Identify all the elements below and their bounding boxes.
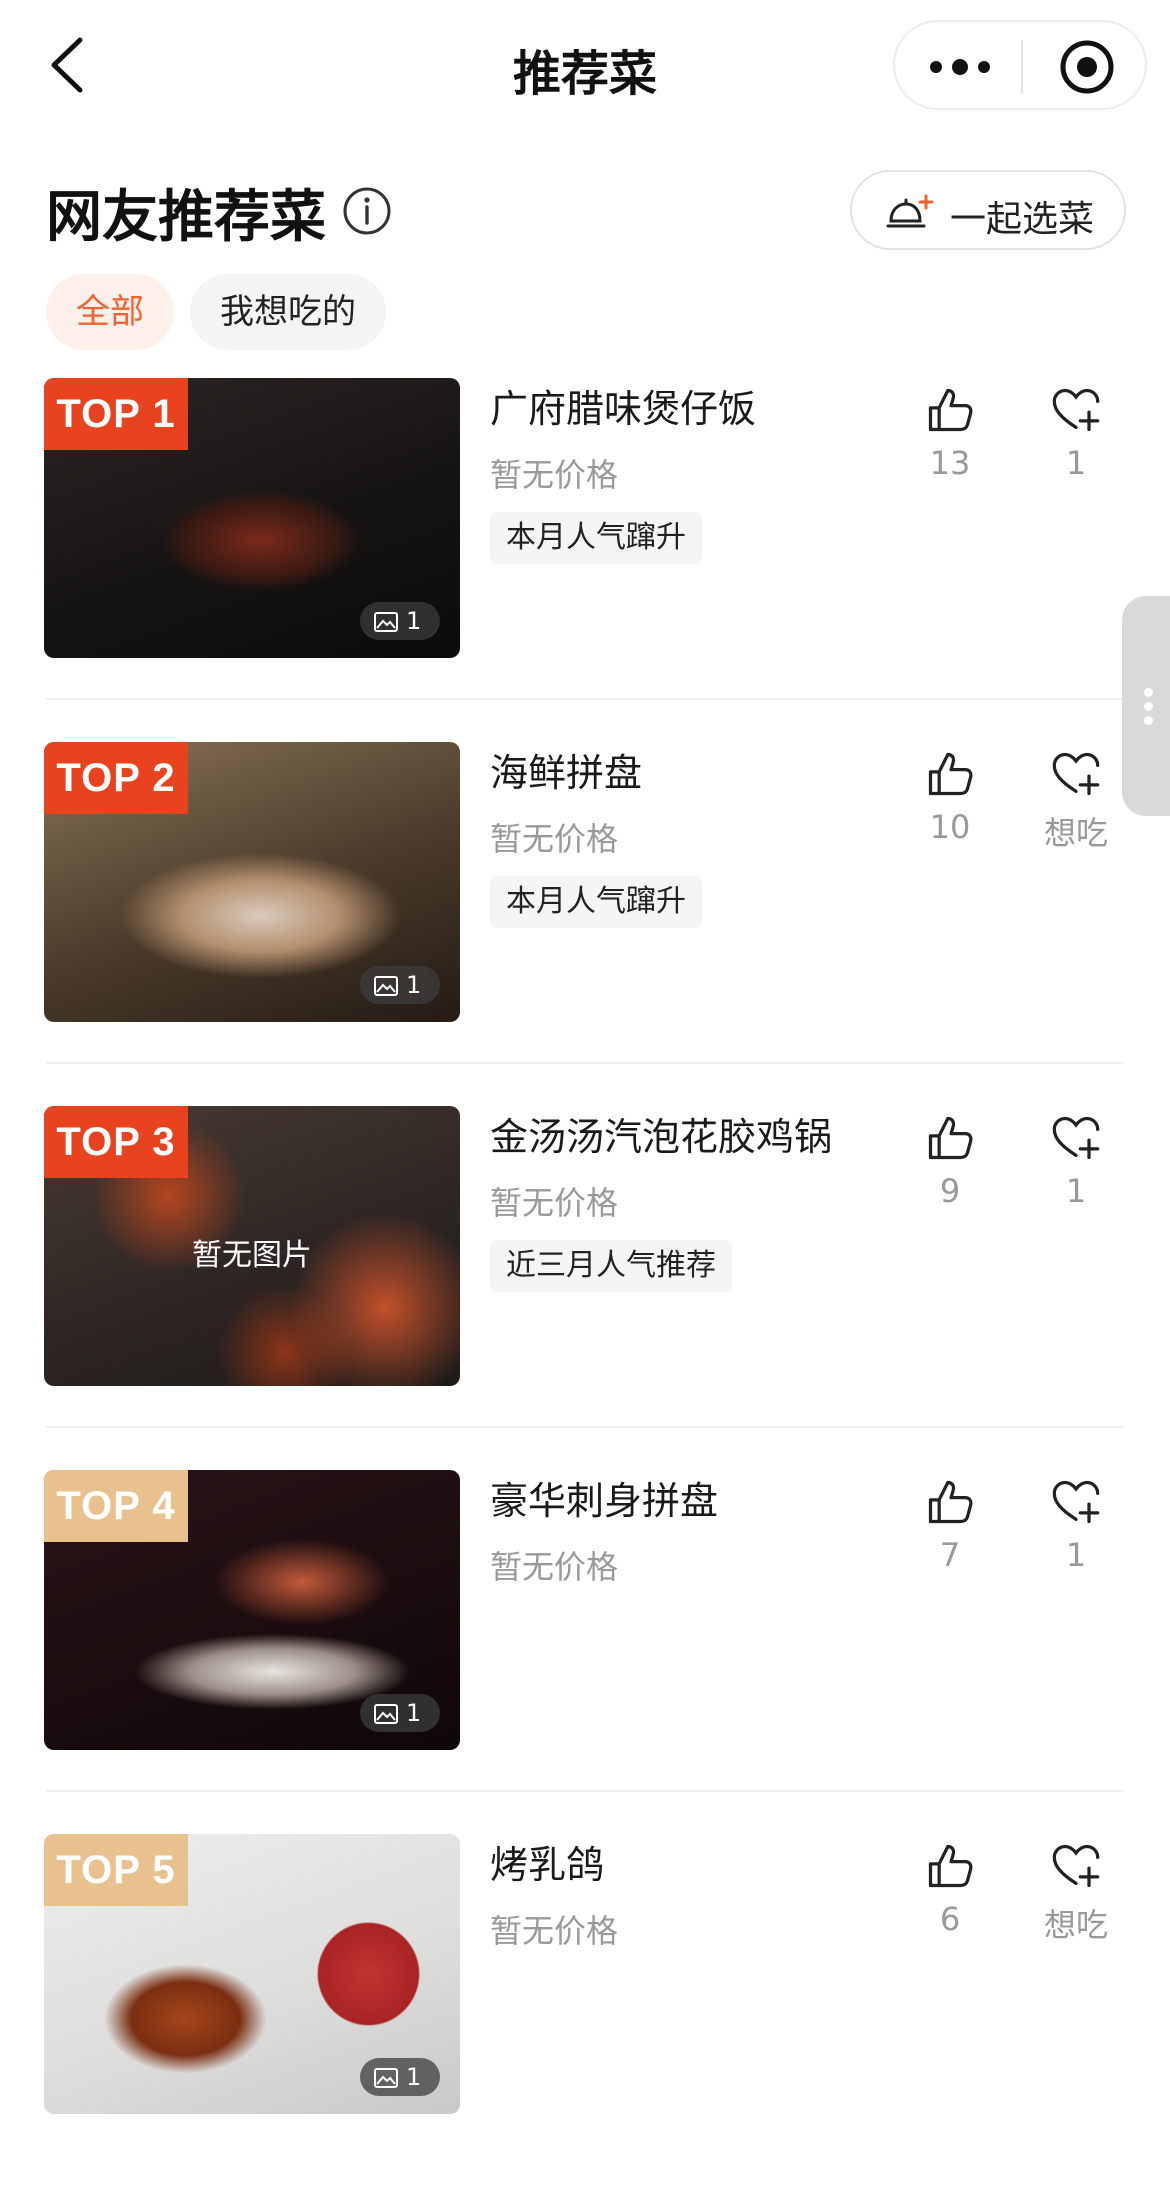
divider [46, 698, 1124, 700]
heart-plus-icon [1050, 1112, 1102, 1164]
want-count: 1 [1065, 1536, 1087, 1574]
photo-icon [374, 1704, 398, 1724]
dish-item[interactable]: TOP 1 1 广府腊味煲仔饭 暂无价格 本月人气蹿升 13 1 [0, 378, 1170, 742]
image-count: 1 [360, 966, 440, 1004]
like-button[interactable]: 13 [920, 384, 980, 482]
dish-price: 暂无价格 [490, 1912, 619, 1950]
want-button[interactable]: 想吃 [1040, 748, 1112, 854]
dish-item[interactable]: TOP 3 暂无图片 金汤汤汽泡花胶鸡锅 暂无价格 近三月人气推荐 9 1 [0, 1106, 1170, 1470]
dish-price: 暂无价格 [490, 820, 619, 858]
more-icon[interactable] [925, 52, 995, 82]
thumb-up-icon [924, 1840, 976, 1892]
dish-item[interactable]: TOP 5 1 烤乳鸽 暂无价格 6 想吃 [0, 1834, 1170, 2198]
heart-plus-icon [1050, 1476, 1102, 1528]
rank-badge: TOP 3 [44, 1106, 188, 1178]
dish-name: 烤乳鸽 [490, 1843, 605, 1887]
photo-icon [374, 976, 398, 996]
thumb-up-icon [924, 384, 976, 436]
dish-name: 豪华刺身拼盘 [490, 1479, 719, 1523]
handle-dot [1144, 688, 1153, 697]
choose-together-button[interactable]: 一起选菜 [850, 170, 1126, 250]
dish-image-placeholder[interactable]: TOP 3 暂无图片 [44, 1106, 460, 1386]
dish-image[interactable]: TOP 2 1 [44, 742, 460, 1022]
capsule-divider [1021, 40, 1023, 94]
want-label: 想吃 [1043, 814, 1108, 852]
dish-item[interactable]: TOP 4 1 豪华刺身拼盘 暂无价格 7 1 [0, 1470, 1170, 1834]
dish-tag: 近三月人气推荐 [490, 1240, 732, 1292]
dish-image[interactable]: TOP 1 1 [44, 378, 460, 658]
dish-price: 暂无价格 [490, 456, 619, 494]
dish-price: 暂无价格 [490, 1548, 619, 1586]
image-count: 1 [360, 1694, 440, 1732]
want-button[interactable]: 1 [1040, 1476, 1112, 1574]
rank-badge: TOP 2 [44, 742, 188, 814]
dish-name: 广府腊味煲仔饭 [490, 387, 757, 431]
photo-icon [374, 612, 398, 632]
image-count: 1 [360, 2058, 440, 2096]
section-title: 网友推荐菜 [46, 185, 326, 250]
want-button[interactable]: 1 [1040, 1112, 1112, 1210]
want-label: 想吃 [1043, 1906, 1108, 1944]
like-count: 13 [929, 444, 971, 482]
mini-program-capsule [893, 20, 1147, 110]
like-count: 10 [929, 808, 971, 846]
side-drawer-handle[interactable] [1122, 596, 1170, 816]
thumb-up-icon [924, 1112, 976, 1164]
dish-name: 海鲜拼盘 [490, 751, 643, 795]
want-count: 1 [1065, 444, 1087, 482]
thumb-up-icon [924, 1476, 976, 1528]
dish-item[interactable]: TOP 2 1 海鲜拼盘 暂无价格 本月人气蹿升 10 想吃 [0, 742, 1170, 1106]
divider [46, 1062, 1124, 1064]
dish-image[interactable]: TOP 4 1 [44, 1470, 460, 1750]
like-button[interactable]: 10 [920, 748, 980, 846]
tab-all[interactable]: 全部 [46, 274, 174, 350]
dish-cover-icon [886, 194, 934, 228]
dish-image[interactable]: TOP 5 1 [44, 1834, 460, 2114]
divider [46, 1426, 1124, 1428]
like-count: 7 [939, 1536, 961, 1574]
like-button[interactable]: 6 [920, 1840, 980, 1938]
heart-plus-icon [1050, 1840, 1102, 1892]
thumb-up-icon [924, 748, 976, 800]
dish-tag: 本月人气蹿升 [490, 876, 702, 928]
like-count: 9 [939, 1172, 961, 1210]
dish-price: 暂无价格 [490, 1184, 619, 1222]
rank-badge: TOP 1 [44, 378, 188, 450]
no-image-label: 暂无图片 [192, 1238, 312, 1273]
dish-name: 金汤汤汽泡花胶鸡锅 [490, 1115, 833, 1159]
dish-tag: 本月人气蹿升 [490, 512, 702, 564]
choose-together-label: 一起选菜 [950, 199, 1095, 240]
like-button[interactable]: 9 [920, 1112, 980, 1210]
close-target-icon[interactable] [1058, 38, 1116, 96]
want-count: 1 [1065, 1172, 1087, 1210]
like-button[interactable]: 7 [920, 1476, 980, 1574]
like-count: 6 [939, 1900, 961, 1938]
tab-want-to-eat[interactable]: 我想吃的 [190, 274, 386, 350]
image-count: 1 [360, 602, 440, 640]
want-button[interactable]: 1 [1040, 384, 1112, 482]
want-button[interactable]: 想吃 [1040, 1840, 1112, 1946]
info-icon[interactable] [342, 186, 392, 236]
rank-badge: TOP 5 [44, 1834, 188, 1906]
photo-icon [374, 2068, 398, 2088]
nav-bar: 推荐菜 [0, 0, 1170, 130]
heart-plus-icon [1050, 384, 1102, 436]
handle-dot [1144, 716, 1153, 725]
heart-plus-icon [1050, 748, 1102, 800]
divider [46, 1790, 1124, 1792]
handle-dot [1144, 702, 1153, 711]
rank-badge: TOP 4 [44, 1470, 188, 1542]
